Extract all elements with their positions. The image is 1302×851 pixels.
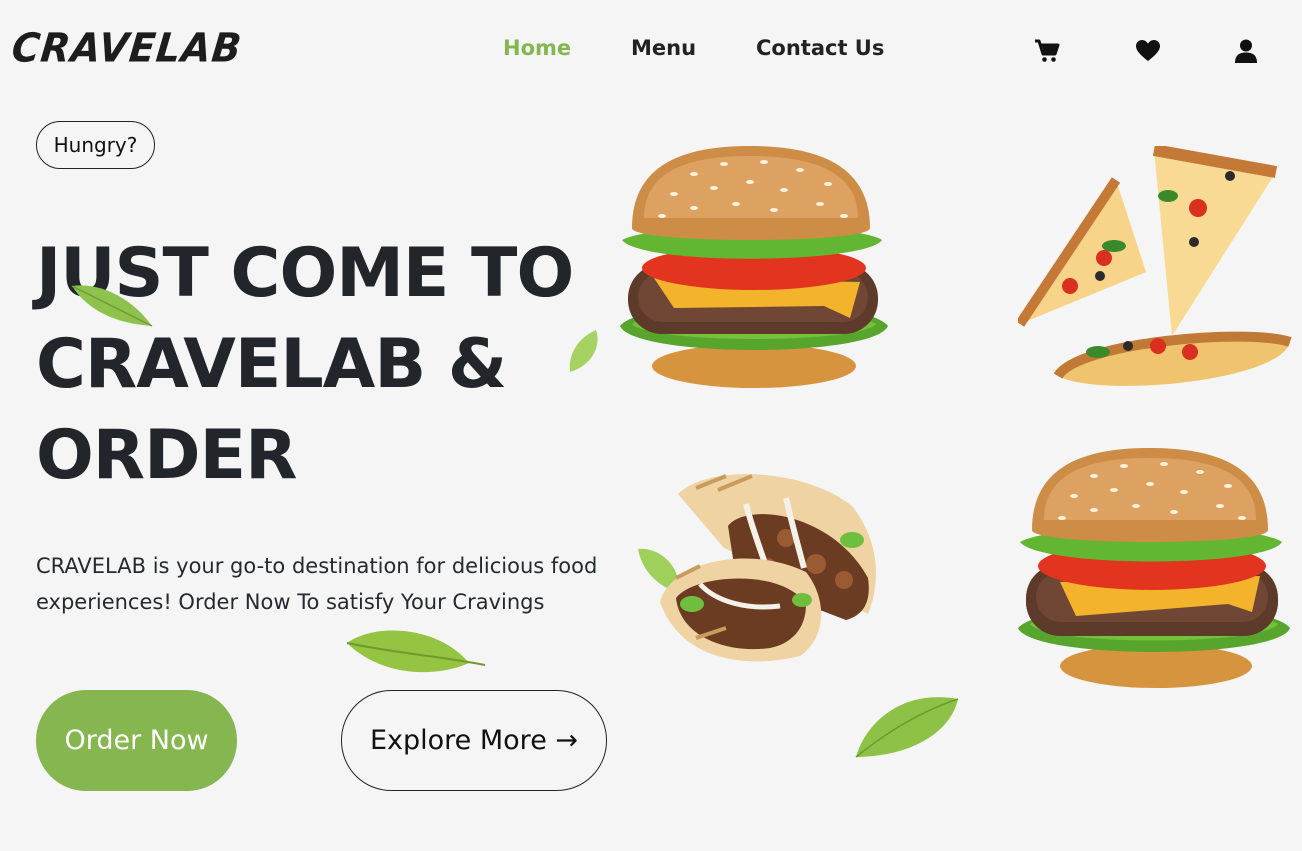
nav-contact-us[interactable]: Contact Us: [756, 36, 884, 60]
leaf-icon: [71, 285, 153, 327]
leaf-icon: [346, 630, 486, 673]
leaf-icon: [569, 330, 598, 372]
pizza-slices-image: [1018, 146, 1292, 386]
cart-icon[interactable]: [1034, 38, 1060, 64]
leaf-icon: [855, 697, 959, 758]
wrap-image: [660, 474, 876, 662]
heart-icon[interactable]: [1135, 38, 1161, 64]
hero-headline: JUST COME TO CRAVELAB & ORDER: [36, 234, 574, 495]
burger-image: [620, 146, 888, 388]
brand-logo[interactable]: CRAVELAB: [10, 25, 245, 71]
order-now-button[interactable]: Order Now: [36, 690, 237, 791]
hungry-badge: Hungry?: [36, 121, 155, 169]
nav-home[interactable]: Home: [503, 36, 571, 60]
nav-menu[interactable]: Menu: [631, 36, 696, 60]
user-icon[interactable]: [1233, 38, 1259, 64]
explore-more-button[interactable]: Explore More →: [341, 690, 607, 791]
burger-image-2: [1018, 448, 1290, 688]
hero-description: CRAVELAB is your go-to destination for d…: [36, 554, 598, 614]
